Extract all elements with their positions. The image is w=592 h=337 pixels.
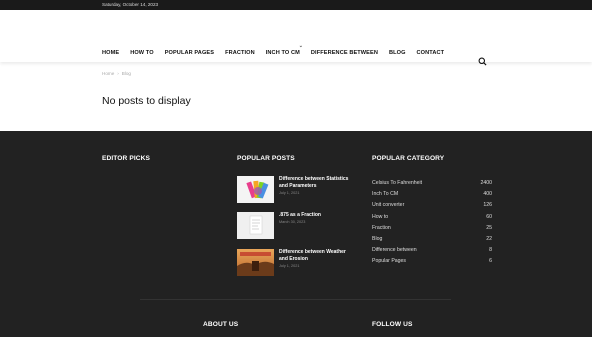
post-title[interactable]: .875 as a Fraction <box>279 212 353 219</box>
popular-posts-heading: POPULAR POSTS <box>237 155 295 162</box>
breadcrumb-separator: › <box>117 71 119 76</box>
popular-post-item[interactable]: .875 as a Fraction March 30, 2023 <box>237 212 353 239</box>
category-name[interactable]: Fraction <box>372 223 391 234</box>
nav-inch-to-cm[interactable]: INCH TO CM ⌄ <box>265 43 303 56</box>
nav-blog[interactable]: BLOG <box>389 50 406 56</box>
nav-home[interactable]: HOME <box>102 50 119 56</box>
nav-fraction[interactable]: FRACTION <box>225 50 255 56</box>
post-thumbnail[interactable] <box>237 176 274 203</box>
post-thumbnail[interactable] <box>237 249 274 276</box>
nav-contact[interactable]: CONTACT <box>417 50 445 56</box>
category-count: 6 <box>489 258 492 265</box>
category-count: 400 <box>483 191 492 198</box>
post-title[interactable]: Difference between Statistics and Parame… <box>279 176 353 190</box>
category-count: 2400 <box>480 180 492 186</box>
category-item[interactable]: Celsius To Fahrenheit 2400 <box>372 178 492 189</box>
dropdown-caret-icon: ⌄ <box>298 43 304 49</box>
category-count: 8 <box>489 247 492 254</box>
category-item[interactable]: Fraction 25 <box>372 223 492 234</box>
nav-difference-between[interactable]: DIFFERENCE BETWEEN <box>311 50 378 56</box>
post-date: July 1, 2021 <box>279 191 300 195</box>
current-date: Saturday, October 14, 2023 <box>102 2 159 7</box>
category-count: 25 <box>486 224 492 231</box>
category-name[interactable]: Popular Pages <box>372 256 406 267</box>
page-title: No posts to display <box>102 95 191 107</box>
category-list: Celsius To Fahrenheit 2400 Inch To CM 400 … <box>372 178 492 268</box>
popular-post-item[interactable]: Difference between Statistics and Parame… <box>237 176 353 203</box>
main-nav: HOME HOW TO POPULAR PAGES FRACTION INCH … <box>102 43 455 58</box>
site-header: HOME HOW TO POPULAR PAGES FRACTION INCH … <box>0 10 592 66</box>
search-icon[interactable] <box>478 57 487 66</box>
category-name[interactable]: Unit converter <box>372 200 404 211</box>
category-name[interactable]: Inch To CM <box>372 189 398 200</box>
popular-category-heading: POPULAR CATEGORY <box>372 155 445 162</box>
category-item[interactable]: How to 60 <box>372 212 492 223</box>
popular-post-item[interactable]: Difference between Weather and Erosion J… <box>237 249 353 276</box>
post-title[interactable]: Difference between Weather and Erosion <box>279 249 353 263</box>
nav-how-to[interactable]: HOW TO <box>130 50 154 56</box>
follow-us-heading: FOLLOW US <box>372 321 413 328</box>
category-item[interactable]: Popular Pages 6 <box>372 256 492 267</box>
about-us-heading: ABOUT US <box>203 321 239 328</box>
site-footer: EDITOR PICKS POPULAR POSTS POPULAR CATEG… <box>0 131 592 337</box>
post-date: July 1, 2021 <box>279 264 300 268</box>
editor-picks-heading: EDITOR PICKS <box>102 155 150 162</box>
category-name[interactable]: Blog <box>372 234 382 245</box>
top-bar: Saturday, October 14, 2023 <box>0 0 592 10</box>
category-item[interactable]: Unit converter 126 <box>372 200 492 211</box>
category-item[interactable]: Inch To CM 400 <box>372 189 492 200</box>
breadcrumb: Home › Blog <box>102 71 131 76</box>
post-thumbnail[interactable] <box>237 212 274 239</box>
category-item[interactable]: Blog 22 <box>372 234 492 245</box>
category-name[interactable]: Difference between <box>372 245 417 256</box>
category-item[interactable]: Difference between 8 <box>372 245 492 256</box>
post-date: March 30, 2023 <box>279 220 306 224</box>
category-count: 22 <box>486 235 492 242</box>
category-count: 126 <box>483 202 492 209</box>
category-name[interactable]: How to <box>372 212 388 223</box>
nav-inch-to-cm-label: INCH TO CM <box>265 50 300 56</box>
category-name[interactable]: Celsius To Fahrenheit <box>372 178 422 189</box>
breadcrumb-current: Blog <box>121 71 131 76</box>
breadcrumb-home[interactable]: Home <box>102 71 114 76</box>
category-count: 60 <box>486 213 492 220</box>
nav-popular-pages[interactable]: POPULAR PAGES <box>165 50 214 56</box>
footer-divider <box>140 299 451 300</box>
